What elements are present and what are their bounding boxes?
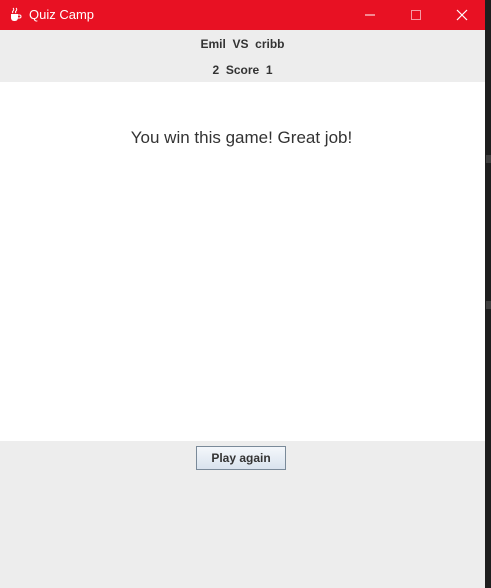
minimize-icon: [365, 14, 375, 16]
close-button[interactable]: [439, 0, 485, 30]
score-header: 2 Score 1: [0, 56, 485, 82]
score-left: 2: [212, 63, 220, 77]
close-icon: [456, 9, 468, 21]
title-bar[interactable]: Quiz Camp: [0, 0, 485, 30]
result-message: You win this game! Great job!: [130, 128, 353, 147]
window-title: Quiz Camp: [29, 7, 95, 22]
score-label: Score: [225, 63, 260, 77]
background-window-edge: [485, 0, 491, 588]
result-panel: You win this game! Great job!: [0, 82, 485, 441]
background-glyph: [486, 155, 491, 163]
maximize-button[interactable]: [393, 0, 439, 30]
players-header: Emil VS cribb: [0, 30, 485, 56]
score-right: 1: [265, 63, 273, 77]
maximize-icon: [411, 10, 421, 20]
quiz-camp-window: Quiz Camp Emil VS cribb 2 Score 1 You wi…: [0, 0, 485, 588]
background-glyph: [486, 301, 491, 309]
player2-name: cribb: [255, 37, 285, 51]
player1-name: Emil: [200, 37, 226, 51]
vs-label: VS: [232, 37, 249, 51]
play-again-button[interactable]: Play again: [196, 446, 286, 470]
minimize-button[interactable]: [347, 0, 393, 30]
java-cup-icon: [8, 7, 22, 22]
